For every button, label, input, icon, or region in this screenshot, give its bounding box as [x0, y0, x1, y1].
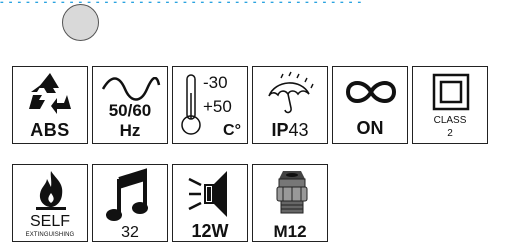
recycle-icon — [29, 73, 71, 114]
extinguishing-label: EXTINGUISHING — [25, 232, 75, 238]
temp-unit: C° — [223, 122, 241, 139]
infinity-icon — [345, 81, 397, 103]
power-label: 12W — [191, 221, 229, 241]
tile-ip-rating: IP43 — [252, 66, 328, 144]
music-note-icon — [106, 168, 148, 221]
sine-wave-icon — [101, 77, 161, 101]
class-label: CLASS — [433, 115, 467, 126]
double-square-icon — [432, 73, 470, 111]
flame-icon — [36, 171, 66, 210]
tile-abs: ABS — [12, 66, 88, 144]
self-label: SELF — [29, 213, 70, 230]
on-label: ON — [356, 118, 384, 138]
top-strip-text: - - - - - - - - - - - - - - - - - - - - … — [0, 0, 363, 6]
melodies-count: 32 — [121, 224, 139, 241]
tile-power: 12W — [172, 164, 248, 242]
tile-frequency: 50/60 Hz — [92, 66, 168, 144]
tile-continuous-on: ON — [332, 66, 408, 144]
speaker-icon — [188, 171, 227, 217]
tile-melodies: 32 — [92, 164, 168, 242]
ip-rating-label: IP43 — [253, 121, 327, 139]
status-circle — [62, 4, 99, 41]
umbrella-rain-icon — [268, 71, 314, 114]
ip-value: 43 — [288, 120, 309, 140]
thermometer-icon — [181, 74, 201, 135]
tile-temperature: -30 +50 C° — [172, 66, 248, 144]
tile-class-2: CLASS 2 — [412, 66, 488, 144]
temp-max: +50 — [203, 97, 232, 116]
abs-label: ABS — [30, 120, 70, 140]
tile-cable-gland: M12 — [252, 164, 328, 242]
frequency-unit: Hz — [119, 121, 141, 140]
temp-min: -30 — [203, 73, 228, 92]
class-value: 2 — [447, 128, 453, 139]
ip-prefix: IP — [271, 120, 289, 140]
frequency-value: 50/60 — [108, 101, 152, 120]
tile-self-extinguishing: SELF EXTINGUISHING — [12, 164, 88, 242]
cable-gland-icon — [276, 171, 308, 214]
gland-label: M12 — [273, 222, 307, 241]
